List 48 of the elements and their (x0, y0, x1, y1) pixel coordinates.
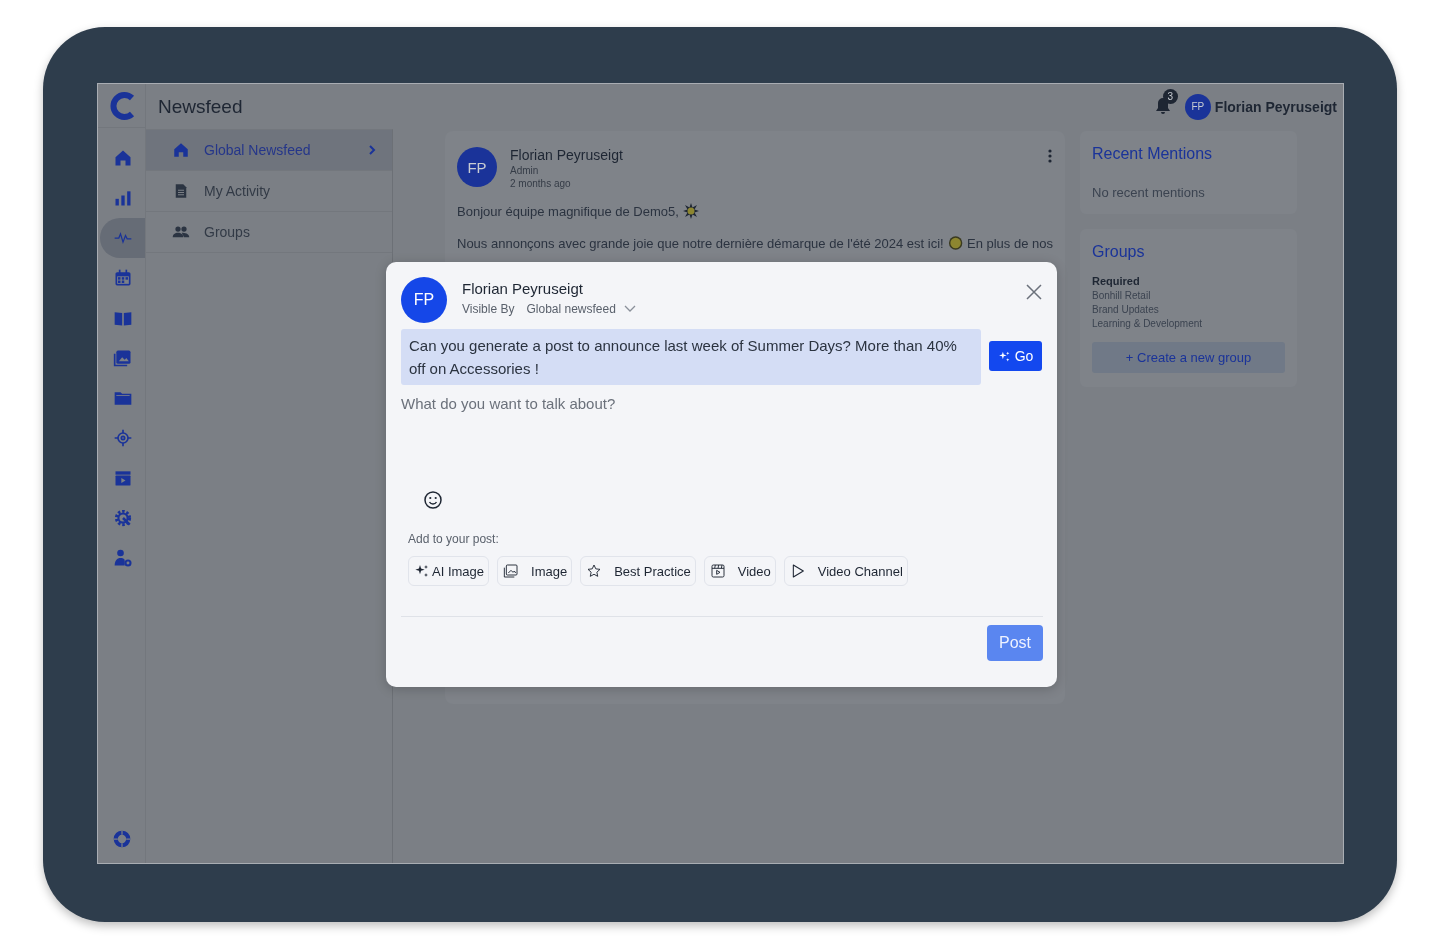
user-name: Florian Peyruseigt (462, 280, 584, 297)
caret-icon (623, 305, 636, 313)
sparkle-icon (414, 563, 430, 579)
notification-badge: 3 (1162, 88, 1178, 104)
post-text: En plus de nos (967, 235, 1053, 251)
attachment-chip[interactable]: AI Image (408, 556, 490, 586)
card-title: Recent Mentions (1092, 145, 1214, 163)
close-button[interactable] (1025, 283, 1043, 301)
home-icon (172, 141, 190, 159)
image-icon (112, 348, 133, 368)
post-input[interactable]: What do you want to talk about? (401, 393, 1043, 488)
section-label: Required (1092, 275, 1141, 287)
user-avatar[interactable]: FP (1184, 93, 1211, 120)
sun-icon (947, 235, 963, 251)
sparkle-icon (682, 203, 699, 219)
image-icon (503, 563, 520, 579)
user-name[interactable]: Florian Peyruseigt (1214, 98, 1337, 115)
page-title: Newsfeed (158, 95, 244, 118)
more-icon[interactable] (1047, 147, 1053, 165)
card-title: Groups (1092, 243, 1146, 261)
go-button[interactable]: Go (989, 341, 1042, 371)
user-gear-icon (112, 548, 133, 568)
post-text: Bonjour équipe magnifique de Demo5, (457, 203, 679, 219)
target-icon (112, 428, 133, 448)
visibility-label: Visible By (462, 302, 515, 316)
attachment-chip[interactable]: Image (497, 556, 573, 586)
prompt-field[interactable]: Can you generate a post to announce last week of Summer Days? More than 40% off on Accessories ! (401, 329, 981, 385)
post-time: 2 months ago (510, 178, 572, 189)
emoji-icon[interactable] (423, 490, 443, 510)
visibility-dropdown[interactable]: Global newsfeed (526, 302, 636, 316)
rail-nav-button[interactable] (100, 218, 145, 258)
author-name: Florian Peyruseigt (510, 147, 624, 163)
gear-icon (112, 508, 133, 528)
add-to-post-label: Add to your post: (408, 532, 500, 546)
lifebuoy-icon[interactable] (111, 829, 132, 849)
author-role: Admin (510, 165, 540, 176)
empty-message: No recent mentions (1092, 185, 1206, 200)
author-avatar: FP (457, 147, 497, 187)
attachment-chip[interactable]: Video (703, 556, 776, 586)
chevron-icon (366, 144, 378, 156)
star-icon (586, 563, 603, 579)
attachment-chip[interactable]: Video Channel (783, 556, 908, 586)
sparkle-icon (997, 349, 1011, 363)
attachment-chip[interactable]: Best Practice (580, 556, 696, 586)
video-icon (709, 563, 726, 579)
logo-icon (107, 89, 136, 122)
user-avatar: FP (401, 277, 447, 323)
post-text: Nous annonçons avec grande joie que notre dernière démarque de l'été 2024 est ici! (457, 235, 944, 251)
